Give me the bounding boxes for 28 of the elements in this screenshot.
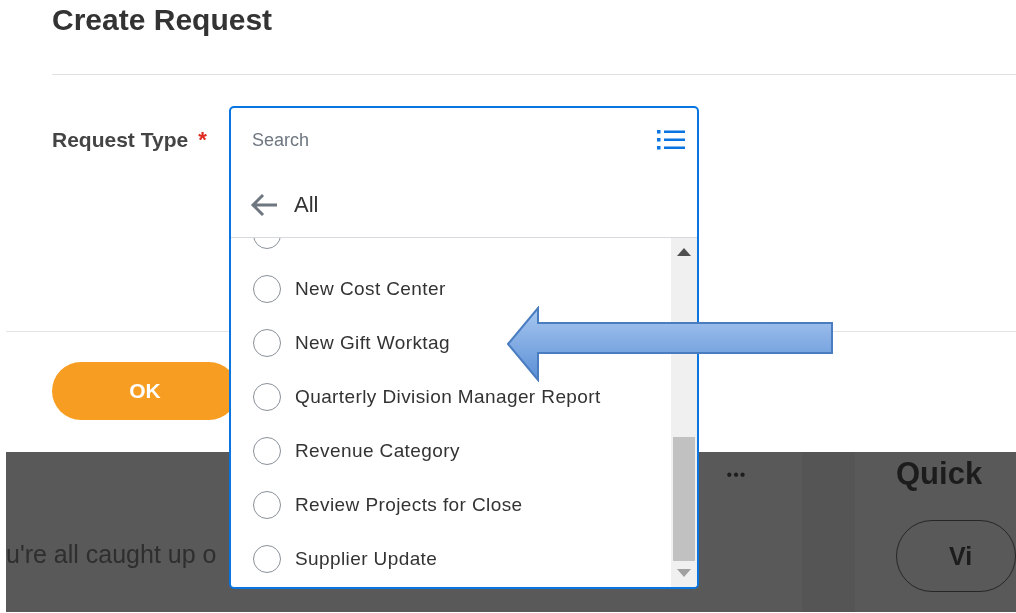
scroll-up-icon[interactable] [677, 248, 691, 256]
option-label[interactable]: New Gift Worktag [295, 332, 450, 354]
radio-button[interactable] [253, 383, 281, 411]
option-label[interactable]: New Cost Center [295, 278, 446, 300]
scroll-down-icon[interactable] [677, 569, 691, 577]
option-item[interactable]: Supplier Update [231, 532, 438, 586]
panel-heading: Quick [896, 456, 984, 492]
radio-button[interactable] [253, 437, 281, 465]
scrollbar-thumb[interactable] [673, 437, 695, 561]
back-arrow-icon[interactable] [250, 192, 278, 217]
option-label[interactable]: Review Projects for Close [295, 494, 523, 516]
radio-button[interactable] [253, 275, 281, 303]
search-field[interactable]: Search [252, 129, 657, 151]
option-label[interactable]: Quarterly Division Manager Report [295, 386, 601, 408]
radio-button[interactable] [253, 329, 281, 357]
field-label: Request Type [52, 128, 189, 152]
option-item[interactable]: Revenue Category [231, 424, 460, 478]
page-title: Create Request [52, 2, 273, 38]
radio-button[interactable] [253, 545, 281, 573]
option-item[interactable]: New Cost Center [231, 262, 446, 316]
option-label[interactable]: Supplier Update [295, 548, 438, 570]
option-item[interactable]: Review Projects for Close [231, 478, 523, 532]
option-label[interactable]: Revenue Category [295, 440, 460, 462]
back-link[interactable]: All [294, 191, 319, 218]
list-icon[interactable] [657, 129, 685, 151]
radio-button[interactable] [253, 491, 281, 519]
scrollbar[interactable] [671, 238, 697, 587]
required-marker: * [198, 127, 207, 153]
